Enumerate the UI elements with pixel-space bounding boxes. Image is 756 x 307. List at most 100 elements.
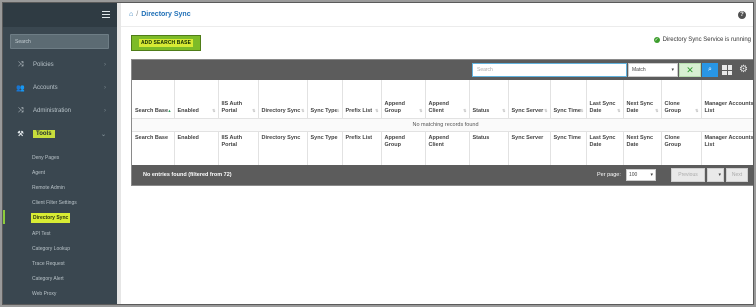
table-footer-header-row: Search Base Enabled IIS Auth Portal Dire… [132, 130, 753, 165]
sort-icon: ⇅ [695, 108, 699, 113]
footer-col-prefix-list: Prefix List [342, 130, 382, 165]
sort-icon: ⇅ [463, 108, 467, 113]
sort-icon: ⇅ [580, 108, 584, 113]
sidebar-subitem-category-alert[interactable]: Category Alert [32, 274, 64, 284]
grid-view-icon[interactable] [722, 65, 732, 75]
sidebar-subitem-agent[interactable]: Agent [32, 168, 45, 178]
sidebar-subitem-api-test[interactable]: API Test [32, 229, 51, 239]
footer-col-sync-time: Sync Time [550, 130, 587, 165]
search-base-table: Search Base ▲ Enabled ⇅ IIS Auth Portal ⇅ D… [132, 80, 753, 165]
sort-icon: ⇅ [419, 108, 423, 113]
breadcrumb: ⌂ / Directory Sync [121, 3, 753, 27]
col-header-directory-sync[interactable]: Directory Sync ⇅ [258, 80, 308, 119]
col-header-sync-type[interactable]: Sync Type ⇅ [307, 80, 343, 119]
match-select-value: Match [632, 67, 646, 73]
sort-icon: ⇅ [375, 108, 379, 113]
col-header-search-base[interactable]: Search Base ▲ [132, 80, 175, 119]
sidebar-subitem-trace-request[interactable]: Trace Request [32, 259, 65, 269]
main-content: ⌂ / Directory Sync ? ADD SEARCH BASE ✓ D… [121, 3, 753, 304]
shuffle-icon: ⤨ [17, 61, 24, 68]
per-page-label: Per page: [597, 172, 621, 178]
sidebar-item-label: Policies [33, 62, 54, 68]
entries-info: No entries found (filtered from 72) [143, 172, 232, 178]
sidebar-subitem-web-proxy[interactable]: Web Proxy [32, 289, 56, 299]
footer-col-sync-type: Sync Type [307, 130, 343, 165]
chevron-down-icon: ⌄ [100, 131, 106, 138]
sidebar-subitem-remote-admin[interactable]: Remote Admin [32, 183, 65, 193]
col-header-append-group[interactable]: Append Group ⇅ [381, 80, 426, 119]
sort-icon: ⇅ [212, 108, 216, 113]
footer-col-directory-sync: Directory Sync [258, 130, 308, 165]
col-header-next-sync-date[interactable]: Next Sync Date ⇅ [623, 80, 662, 119]
sort-icon: ⇅ [301, 108, 305, 113]
users-icon: 👥 [16, 85, 25, 92]
sidebar-header [3, 3, 117, 27]
next-page-button[interactable]: Next [726, 168, 748, 182]
breadcrumb-current[interactable]: Directory Sync [141, 11, 190, 18]
sidebar-item-label: Administration [33, 108, 72, 114]
sidebar-search-placeholder: Search [15, 38, 31, 45]
col-header-enabled[interactable]: Enabled ⇅ [174, 80, 219, 119]
previous-page-label: Previous [678, 172, 698, 178]
sidebar-subitem-category-lookup[interactable]: Category Lookup [32, 244, 70, 254]
sidebar-subitem-directory-sync[interactable]: Directory Sync [31, 213, 71, 223]
sidebar-subitem-deny-pages[interactable]: Deny Pages [32, 153, 59, 163]
search-base-table-panel: Search Match ▾ ✕ ⌕ ⚙ Search Base ▲ Enabl… [131, 59, 753, 186]
match-select[interactable]: Match ▾ [628, 63, 678, 77]
service-status-text: Directory Sync Service is running [662, 37, 751, 43]
chevron-down-icon: ▾ [650, 172, 653, 178]
sidebar-item-policies[interactable]: ⤨ Policies › [3, 54, 117, 76]
col-header-manager-accounts-list[interactable]: Manager Accounts List⇅ [701, 80, 753, 119]
service-status: ✓ Directory Sync Service is running [653, 37, 751, 43]
footer-col-manager-accounts-list: Manager Accounts List [701, 130, 753, 165]
add-search-base-button[interactable]: ADD SEARCH BASE [131, 35, 201, 51]
col-header-sync-time[interactable]: Sync Time ⇅ [550, 80, 587, 119]
sidebar-item-label: Accounts [33, 85, 58, 91]
sort-icon: ⇅ [502, 108, 506, 113]
help-icon[interactable]: ? [738, 11, 746, 19]
sort-icon: ⇅ [252, 108, 256, 113]
table-search-input[interactable]: Search [472, 63, 627, 77]
per-page-value: 100 [629, 172, 638, 178]
search-button[interactable]: ⌕ [702, 63, 718, 77]
search-icon: ⌕ [708, 66, 712, 73]
add-search-base-label: ADD SEARCH BASE [138, 39, 194, 47]
previous-page-button[interactable]: Previous [671, 168, 705, 182]
chevron-right-icon: › [104, 85, 106, 91]
check-circle-icon: ✓ [653, 37, 660, 43]
page-select[interactable]: ▾ [707, 168, 724, 182]
sidebar-item-accounts[interactable]: 👥 Accounts › [3, 77, 117, 99]
footer-col-enabled: Enabled [174, 130, 219, 165]
hamburger-menu-icon[interactable] [102, 11, 110, 18]
col-header-status[interactable]: Status ⇅ [469, 80, 509, 119]
col-header-clone-group[interactable]: Clone Group ⇅ [661, 80, 702, 119]
footer-col-search-base: Search Base [132, 130, 175, 165]
footer-col-append-client: Append Client [425, 130, 470, 165]
col-header-iis-auth-portal[interactable]: IIS Auth Portal ⇅ [218, 80, 259, 119]
sidebar-item-label: Tools [33, 130, 55, 138]
table-toolbar: Search Match ▾ ✕ ⌕ ⚙ [132, 60, 753, 80]
col-header-append-client[interactable]: Append Client ⇅ [425, 80, 470, 119]
sidebar-search-input[interactable]: Search [10, 34, 109, 49]
footer-col-status: Status [469, 130, 509, 165]
col-header-last-sync-date[interactable]: Last Sync Date ⇅ [586, 80, 624, 119]
chevron-right-icon: › [104, 108, 106, 114]
clear-search-button[interactable]: ✕ [679, 63, 701, 77]
col-header-prefix-list[interactable]: Prefix List ⇅ [342, 80, 382, 119]
footer-col-clone-group: Clone Group [661, 130, 702, 165]
empty-message: No matching records found [132, 118, 753, 131]
col-header-sync-server[interactable]: Sync Server ⇅ [508, 80, 551, 119]
table-search-placeholder: Search [477, 67, 493, 73]
footer-col-iis-auth-portal: IIS Auth Portal [218, 130, 259, 165]
sidebar-item-tools[interactable]: ⚒ Tools ⌄ [3, 123, 117, 145]
footer-col-last-sync-date: Last Sync Date [586, 130, 624, 165]
breadcrumb-separator: / [136, 11, 139, 18]
sort-icon: ⇅ [336, 108, 340, 113]
per-page-select[interactable]: 100 ▾ [626, 169, 656, 181]
app-window: Search ⤨ Policies › 👥 Accounts › ⤨ Admin… [2, 2, 754, 305]
sidebar-subitem-client-filter-settings[interactable]: Client Filter Settings [32, 198, 77, 208]
sidebar-item-administration[interactable]: ⤨ Administration › [3, 100, 117, 122]
footer-col-sync-server: Sync Server [508, 130, 551, 165]
home-icon[interactable]: ⌂ [129, 11, 133, 18]
gear-icon[interactable]: ⚙ [739, 63, 748, 77]
